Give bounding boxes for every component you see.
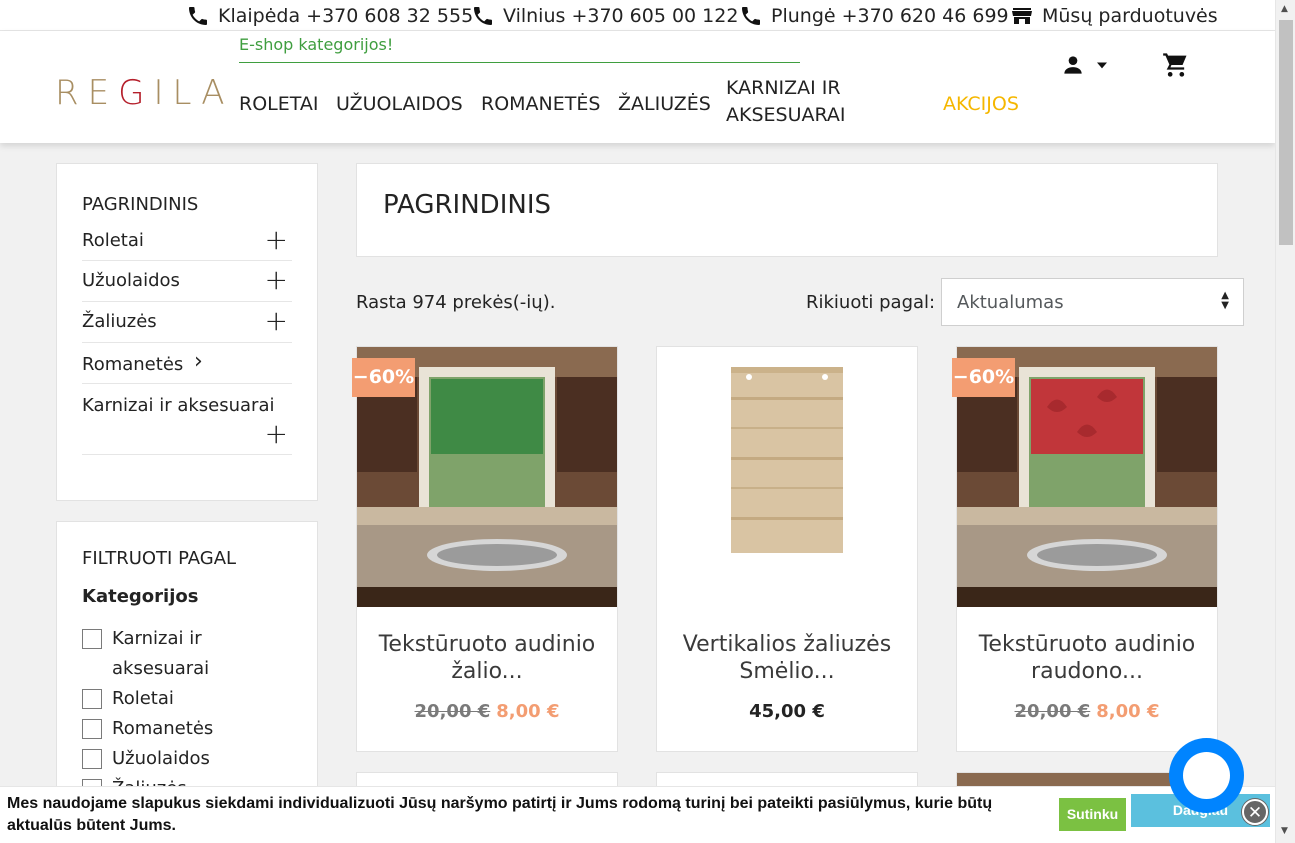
result-count: Rasta 974 prekės(-ių). — [356, 292, 556, 313]
nav-romanetes[interactable]: ROMANETĖS — [481, 91, 600, 118]
product-card[interactable]: Tekstūruoto audinio žalio... 20,00 €8,00… — [356, 346, 618, 752]
cookie-message: Mes naudojame slapukus siekdami individu… — [7, 795, 993, 834]
site-header: REGILA E-shop kategorijos! ROLETAI UŽUOL… — [0, 31, 1275, 143]
product-price: 45,00 € — [657, 701, 917, 722]
sidebar-item-karnizai[interactable]: Karnizai ir aksesuarai + — [82, 384, 292, 455]
messenger-chat-button[interactable] — [1169, 738, 1244, 813]
filter-option-label: Užuolaidos — [112, 748, 210, 769]
nav-karnizai[interactable]: KARNIZAI IR AKSESUARAI — [726, 75, 886, 129]
chevron-right-icon[interactable]: › — [194, 349, 203, 374]
product-name[interactable]: Tekstūruoto audinio raudono... — [967, 631, 1207, 685]
stores-label: Mūsų parduotuvės — [1042, 5, 1218, 27]
sidebar-item-romanetes[interactable]: Romanetės › — [82, 343, 292, 384]
filter-subtitle: Kategorijos — [82, 586, 199, 607]
messenger-icon — [1183, 752, 1230, 799]
price: 45,00 € — [749, 701, 825, 722]
sort-value: Aktualumas — [957, 292, 1064, 313]
plus-icon[interactable]: + — [265, 266, 288, 294]
sidebar-item-uzuolaidos[interactable]: Užuolaidos + — [82, 261, 292, 302]
sidebar-item-label: Karnizai ir aksesuarai — [82, 395, 275, 416]
phone-icon — [189, 7, 207, 25]
product-card[interactable]: Vertikalios žaliuzės Smėlio... 45,00 € — [656, 346, 918, 752]
page-title: PAGRINDINIS — [383, 190, 551, 220]
sidebar-item-label: Žaliuzės — [82, 311, 157, 332]
stores-link[interactable]: Mūsų parduotuvės — [1010, 4, 1218, 28]
product-price: 20,00 €8,00 € — [957, 701, 1217, 722]
logo[interactable]: REGILA — [55, 73, 233, 113]
product-price: 20,00 €8,00 € — [357, 701, 617, 722]
filter-option-label: Romanetės — [112, 718, 214, 739]
filter-option-label: Roletai — [112, 688, 174, 709]
sort-arrows-icon: ▲ ▼ — [1221, 290, 1229, 311]
discount-badge: −60% — [352, 358, 415, 397]
store-icon — [1012, 8, 1032, 24]
cookie-banner: Mes naudojame slapukus siekdami individu… — [0, 786, 1275, 843]
cart-button[interactable] — [1162, 51, 1190, 83]
cookie-agree-button[interactable]: Sutinku — [1059, 798, 1126, 831]
filter-option[interactable]: Romanetės — [82, 714, 213, 744]
contact-label: Plungė +370 620 46 699 — [771, 5, 1009, 27]
nav-uzuolaidos[interactable]: UŽUOLAIDOS — [336, 91, 463, 118]
discount-badge: −60% — [952, 358, 1015, 397]
filter-option[interactable]: Užuolaidos — [82, 744, 210, 774]
user-icon — [1064, 56, 1082, 74]
category-panel-title: PAGRINDINIS — [82, 194, 199, 215]
contact-plunge[interactable]: Plungė +370 620 46 699 — [739, 4, 1009, 28]
product-card[interactable]: Tekstūruoto audinio raudono... 20,00 €8,… — [956, 346, 1218, 752]
old-price: 20,00 € — [1014, 701, 1091, 722]
filter-panel-title: FILTRUOTI PAGAL — [82, 548, 237, 569]
new-price: 8,00 € — [496, 701, 560, 722]
contact-vilnius[interactable]: Vilnius +370 605 00 122 — [471, 4, 738, 28]
plus-icon[interactable]: + — [265, 420, 288, 448]
filter-option[interactable]: Roletai — [82, 684, 174, 714]
sidebar-item-zaliuzes[interactable]: Žaliuzės + — [82, 302, 292, 343]
sidebar-item-roletai[interactable]: Roletai + — [82, 226, 292, 261]
checkbox[interactable] — [82, 749, 102, 769]
checkbox[interactable] — [82, 689, 102, 709]
product-name[interactable]: Vertikalios žaliuzės Smėlio... — [667, 631, 907, 685]
sidebar-item-label: Roletai — [82, 230, 144, 251]
scroll-down-icon[interactable]: ▼ — [1281, 826, 1288, 836]
sort-label: Rikiuoti pagal: — [806, 292, 936, 313]
contact-label: Klaipėda +370 608 32 555 — [218, 5, 474, 27]
page-scrollbar[interactable]: ▲ ▼ — [1275, 0, 1295, 843]
page-title-box: PAGRINDINIS — [356, 163, 1218, 257]
nav-roletai[interactable]: ROLETAI — [239, 91, 318, 118]
nav-akcijos[interactable]: AKCIJOS — [943, 91, 1019, 118]
filter-panel: FILTRUOTI PAGAL Kategorijos Karnizai ir … — [56, 521, 318, 821]
product-name[interactable]: Tekstūruoto audinio žalio... — [367, 631, 607, 685]
eshop-categories-link[interactable]: E-shop kategorijos! — [239, 35, 800, 63]
contact-label: Vilnius +370 605 00 122 — [503, 5, 739, 27]
sort-select[interactable]: Aktualumas ▲ ▼ — [941, 278, 1244, 326]
plus-icon[interactable]: + — [265, 307, 288, 335]
contact-klaipeda[interactable]: Klaipėda +370 608 32 555 — [186, 4, 473, 28]
sidebar-item-label: Romanetės — [82, 354, 184, 375]
old-price: 20,00 € — [414, 701, 491, 722]
plus-icon[interactable]: + — [265, 226, 288, 254]
cart-icon — [1163, 53, 1187, 77]
phone-icon — [474, 7, 492, 25]
filter-option-label: Karnizai ir aksesuarai — [112, 628, 210, 679]
category-panel: PAGRINDINIS Roletai + Užuolaidos + Žaliu… — [56, 163, 318, 501]
sidebar-item-label: Užuolaidos — [82, 270, 180, 291]
phone-icon — [742, 7, 760, 25]
scroll-up-icon[interactable]: ▲ — [1281, 4, 1288, 14]
close-icon[interactable]: ✕ — [1242, 799, 1268, 825]
top-contact-bar: Klaipėda +370 608 32 555 Vilnius +370 60… — [0, 0, 1275, 31]
nav-zaliuzes[interactable]: ŽALIUZĖS — [618, 91, 711, 118]
caret-down-icon — [1097, 62, 1107, 69]
new-price: 8,00 € — [1096, 701, 1160, 722]
product-image[interactable] — [657, 347, 917, 607]
checkbox[interactable] — [82, 629, 102, 649]
filter-option[interactable]: Karnizai ir aksesuarai — [82, 624, 252, 684]
scroll-thumb[interactable] — [1279, 20, 1293, 245]
account-menu[interactable] — [1060, 52, 1112, 78]
checkbox[interactable] — [82, 719, 102, 739]
